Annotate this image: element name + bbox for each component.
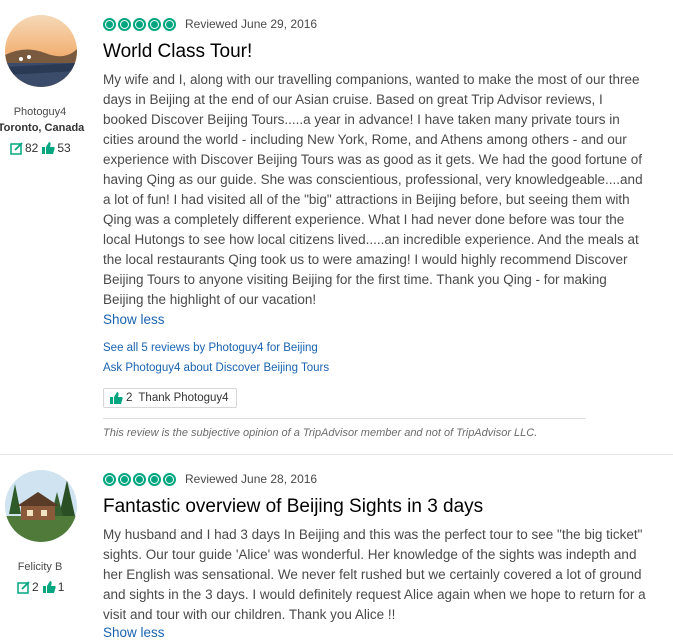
review-body: My husband and I had 3 days In Beijing a… <box>103 525 671 625</box>
review-line: a lot of fun! I had visited all of the "… <box>103 192 630 207</box>
member-name[interactable]: Photoguy4 <box>0 106 80 118</box>
member-location: Toronto, Canada <box>0 122 85 134</box>
see-all-reviews-link[interactable]: See all 5 reviews by Photoguy4 for Beiji… <box>103 342 318 354</box>
rating-bubble-icon <box>163 472 176 486</box>
review-pencil-icon <box>17 580 30 594</box>
rating-bubble-icon <box>103 472 116 486</box>
review-line: Beijing the highlight of our vacation! <box>103 292 317 307</box>
review-line: and sights in the 3 days. I would defini… <box>103 587 646 602</box>
review-pencil-icon <box>10 141 23 155</box>
review-line: sights. Our tour guide 'Alice' was wonde… <box>103 547 637 562</box>
divider <box>103 418 586 419</box>
thank-button[interactable]: 2 Thank Photoguy4 <box>103 388 237 408</box>
review-line: days in Beijing at the end of our Asian … <box>103 92 603 107</box>
rating-bubble-icon <box>133 17 146 31</box>
rating-bubble-icon <box>148 472 161 486</box>
rating-bubble-icon <box>163 17 176 31</box>
review-line: cities around the world - including New … <box>103 132 627 147</box>
review-line: booked Discover Beijing Tours.....a year… <box>103 112 620 127</box>
member-stats: 2 1 <box>17 580 64 594</box>
review-disclaimer: This review is the subjective opinion of… <box>103 427 538 439</box>
show-less-link[interactable]: Show less <box>103 312 165 327</box>
rating-bubbles: Reviewed June 29, 2016 <box>103 17 317 31</box>
review-count: 2 <box>32 580 39 594</box>
review-body: My wife and I, along with our travelling… <box>103 70 671 310</box>
rating-bubbles: Reviewed June 28, 2016 <box>103 472 317 486</box>
thumbs-up-icon <box>42 141 56 155</box>
member-name[interactable]: Felicity B <box>0 561 80 573</box>
rating-bubble-icon <box>133 472 146 486</box>
ask-member-link[interactable]: Ask Photoguy4 about Discover Beijing Tou… <box>103 362 329 374</box>
review-title[interactable]: World Class Tour! <box>103 41 252 63</box>
thank-count: 2 <box>126 392 133 404</box>
review-title[interactable]: Fantastic overview of Beijing Sights in … <box>103 496 483 518</box>
review-line: having Qing as our guide. She was consci… <box>103 172 643 187</box>
review-line: her English was sensational. We never fe… <box>103 567 642 582</box>
review-line: the local restaurants Qing took us to we… <box>103 252 628 267</box>
review-card: Photoguy4 Toronto, Canada 82 53 Reviewed… <box>0 0 673 454</box>
avatar[interactable] <box>5 470 77 542</box>
thank-label: Thank Photoguy4 <box>138 392 229 404</box>
review-line: My husband and I had 3 days In Beijing a… <box>103 527 643 542</box>
review-line: My wife and I, along with our travelling… <box>103 72 640 87</box>
review-line: experience with Discover Beijing Tours w… <box>103 152 643 167</box>
reviewed-date: Reviewed June 28, 2016 <box>185 472 318 486</box>
review-line: local Hutongs to see how local citizens … <box>103 232 639 247</box>
helpful-votes-count: 1 <box>57 580 65 594</box>
member-stats: 82 53 <box>10 141 71 155</box>
review-line: Qing was a completely different experien… <box>103 212 625 227</box>
thumbs-up-icon <box>110 391 123 405</box>
show-less-link[interactable]: Show less <box>103 625 165 640</box>
reviewed-date: Reviewed June 29, 2016 <box>185 17 318 31</box>
rating-bubble-icon <box>148 17 161 31</box>
review-card: Felicity B 2 1 Reviewed June 28, 2016 Fa… <box>0 455 673 640</box>
rating-bubble-icon <box>118 472 131 486</box>
thumbs-up-icon <box>42 580 56 594</box>
review-line: Beijing Tours to anyone visiting Beijing… <box>103 272 607 287</box>
rating-bubble-icon <box>103 17 116 31</box>
review-line: visit and tour with our children. Thank … <box>103 607 396 622</box>
avatar[interactable] <box>5 15 77 87</box>
review-count: 82 <box>25 141 39 155</box>
helpful-votes-count: 53 <box>57 141 71 155</box>
rating-bubble-icon <box>118 17 131 31</box>
